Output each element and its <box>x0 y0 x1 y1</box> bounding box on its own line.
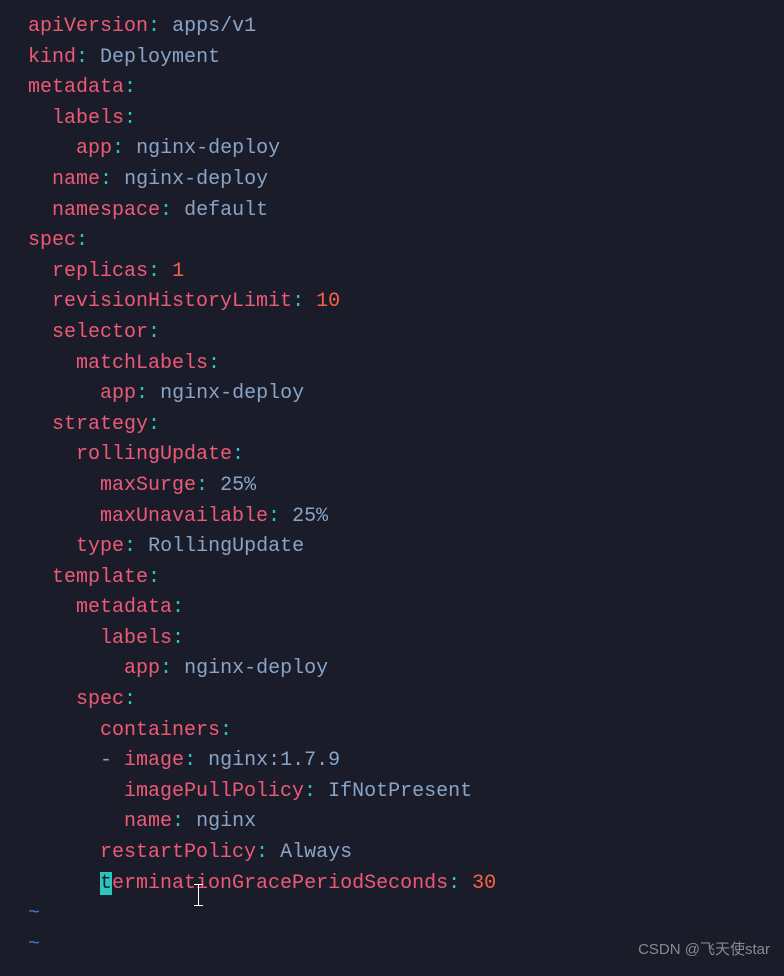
code-line: containers: <box>28 716 784 747</box>
code-line: - image: nginx:1.7.9 <box>28 746 784 777</box>
code-line: name: nginx <box>28 807 784 838</box>
code-line: maxUnavailable: 25% <box>28 502 784 533</box>
code-line: strategy: <box>28 410 784 441</box>
code-line: labels: <box>28 104 784 135</box>
code-line: maxSurge: 25% <box>28 471 784 502</box>
code-line: metadata: <box>28 73 784 104</box>
code-line: app: nginx-deploy <box>28 134 784 165</box>
code-line: name: nginx-deploy <box>28 165 784 196</box>
code-line: matchLabels: <box>28 349 784 380</box>
text-cursor-icon <box>198 884 199 906</box>
code-line: spec: <box>28 226 784 257</box>
code-line: terminationGracePeriodSeconds: 30 <box>28 869 784 900</box>
code-line: apiVersion: apps/v1 <box>28 12 784 43</box>
code-line: replicas: 1 <box>28 257 784 288</box>
code-line: type: RollingUpdate <box>28 532 784 563</box>
code-line: namespace: default <box>28 196 784 227</box>
code-line: template: <box>28 563 784 594</box>
code-editor[interactable]: apiVersion: apps/v1 kind: Deployment met… <box>28 12 784 960</box>
code-line: spec: <box>28 685 784 716</box>
empty-line: ~ <box>28 899 784 930</box>
cursor-block: t <box>100 872 112 895</box>
watermark: CSDN @飞天使star <box>638 939 770 962</box>
code-line: rollingUpdate: <box>28 440 784 471</box>
code-line: app: nginx-deploy <box>28 379 784 410</box>
code-line: restartPolicy: Always <box>28 838 784 869</box>
code-line: kind: Deployment <box>28 43 784 74</box>
code-line: app: nginx-deploy <box>28 654 784 685</box>
code-line: metadata: <box>28 593 784 624</box>
code-line: revisionHistoryLimit: 10 <box>28 287 784 318</box>
code-line: labels: <box>28 624 784 655</box>
code-line: imagePullPolicy: IfNotPresent <box>28 777 784 808</box>
code-line: selector: <box>28 318 784 349</box>
